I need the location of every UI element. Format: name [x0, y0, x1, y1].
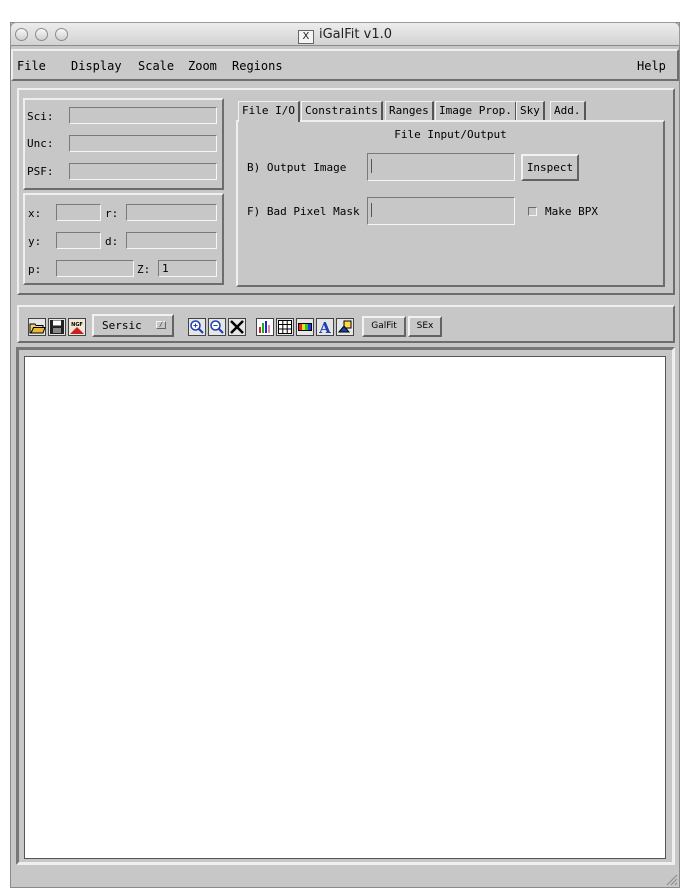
- x11-icon: X: [297, 30, 314, 44]
- z-field: 1: [158, 260, 217, 277]
- image-display-canvas[interactable]: [24, 356, 666, 859]
- histogram-icon[interactable]: [256, 318, 274, 336]
- colorbar-icon[interactable]: [296, 318, 314, 336]
- sci-label: Sci:: [27, 110, 54, 123]
- tab-add[interactable]: Add.: [550, 101, 586, 120]
- menu-bar: File Display Scale Zoom Regions Help: [11, 49, 679, 81]
- menu-scale[interactable]: Scale: [138, 59, 174, 73]
- file-io-heading: File Input/Output: [394, 128, 507, 141]
- y-field: [56, 232, 101, 249]
- text-cursor-icon: [371, 159, 375, 173]
- zoom-out-icon[interactable]: [208, 318, 226, 336]
- dropdown-indicator-icon: ⁄: [156, 321, 166, 329]
- close-icon[interactable]: [228, 318, 246, 336]
- make-bpx-label: Make BPX: [545, 205, 598, 218]
- d-label: d:: [105, 235, 119, 248]
- menu-regions[interactable]: Regions: [232, 59, 283, 73]
- galfit-button[interactable]: GalFit: [362, 316, 406, 337]
- psf-label: PSF:: [27, 165, 54, 178]
- p-field: [56, 260, 134, 277]
- z-label: Z:: [137, 263, 151, 276]
- psf-field[interactable]: [69, 163, 217, 180]
- table-icon[interactable]: [276, 318, 294, 336]
- model-select-value: Sersic: [102, 319, 142, 332]
- window-title-text: iGalFit v1.0: [318, 27, 392, 42]
- r-field: [126, 204, 217, 221]
- svg-text:NGF: NGF: [71, 322, 83, 328]
- tab-ranges[interactable]: Ranges: [385, 101, 434, 120]
- tab-image-prop[interactable]: Image Prop.: [435, 101, 517, 120]
- title-bar: XiGalFit v1.0: [10, 22, 680, 46]
- text-cursor-icon: [371, 203, 375, 217]
- make-bpx-checkbox[interactable]: [528, 207, 537, 216]
- ngf-icon[interactable]: NGF: [68, 318, 86, 336]
- menu-help[interactable]: Help: [637, 59, 666, 73]
- sex-button[interactable]: SEx: [408, 316, 442, 337]
- x-label: x:: [28, 207, 42, 220]
- window-title: XiGalFit v1.0: [11, 27, 679, 44]
- region-icon[interactable]: [336, 318, 354, 336]
- text-icon[interactable]: A: [316, 318, 334, 336]
- menu-display[interactable]: Display: [71, 59, 122, 73]
- tab-sky[interactable]: Sky: [516, 101, 545, 120]
- p-label: p:: [28, 263, 42, 276]
- y-label: y:: [28, 235, 42, 248]
- open-folder-icon[interactable]: [28, 318, 46, 336]
- model-select[interactable]: Sersic ⁄: [92, 314, 174, 337]
- bad-pixel-mask-label: F) Bad Pixel Mask: [247, 205, 360, 218]
- menu-file[interactable]: File: [17, 59, 46, 73]
- r-label: r:: [105, 207, 119, 220]
- menu-zoom[interactable]: Zoom: [188, 59, 217, 73]
- svg-text:A: A: [318, 319, 331, 336]
- save-icon[interactable]: [48, 318, 66, 336]
- tab-constraints[interactable]: Constraints: [301, 101, 383, 120]
- zoom-in-icon[interactable]: [188, 318, 206, 336]
- resize-grip-icon[interactable]: [664, 872, 678, 886]
- inspect-button[interactable]: Inspect: [521, 154, 579, 181]
- output-image-label: B) Output Image: [247, 161, 347, 174]
- unc-field[interactable]: [69, 135, 217, 152]
- output-image-input[interactable]: [367, 153, 515, 181]
- tab-file-io[interactable]: File I/O: [238, 101, 300, 122]
- x-field: [56, 204, 101, 221]
- d-field: [126, 232, 217, 249]
- bad-pixel-mask-input[interactable]: [367, 197, 515, 225]
- unc-label: Unc:: [27, 137, 54, 150]
- sci-field[interactable]: [69, 107, 217, 124]
